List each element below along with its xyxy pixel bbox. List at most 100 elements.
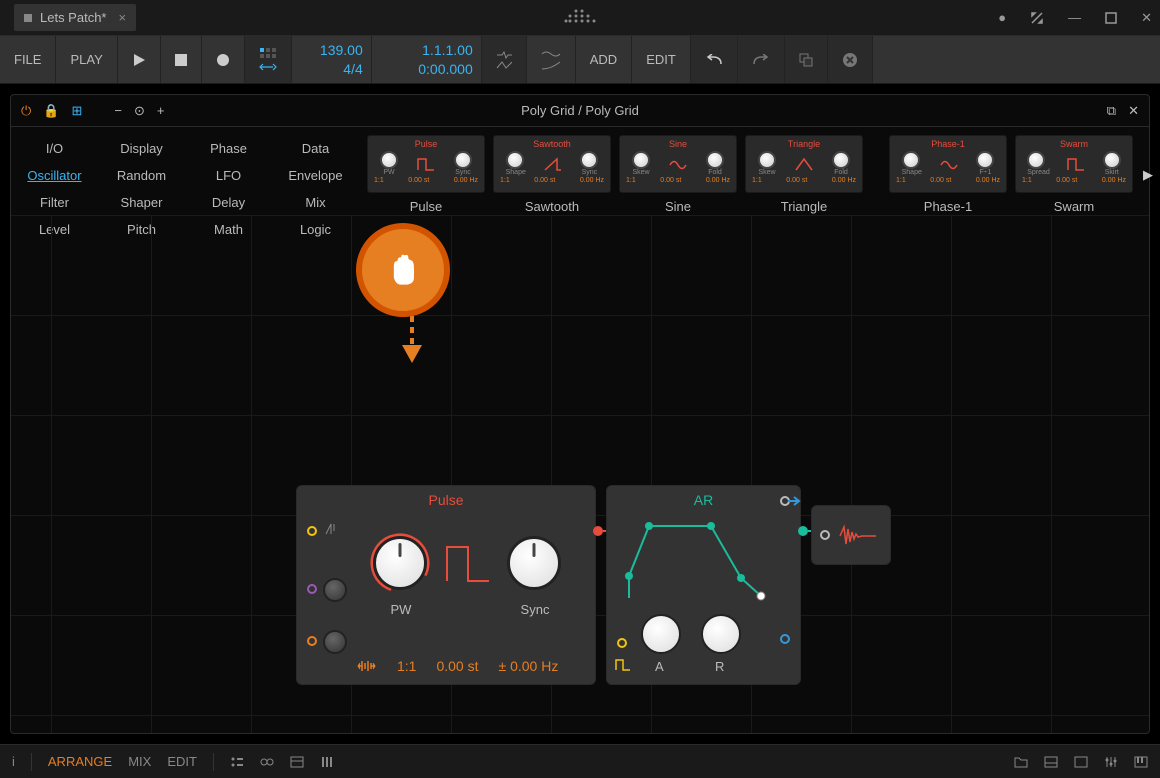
- module-ar[interactable]: AR A R: [606, 485, 801, 685]
- piano-icon[interactable]: [1134, 756, 1148, 768]
- port-out-teal[interactable]: [798, 526, 808, 536]
- small-knob-2[interactable]: [323, 630, 347, 654]
- grid-view-icon[interactable]: ⊞: [71, 103, 82, 119]
- category-shaper[interactable]: Shaper: [98, 189, 185, 216]
- module-thumb-sine[interactable]: Sine Skew Fold 1:10.00 st0.00 Hz Sine: [619, 135, 737, 214]
- mix-tab[interactable]: MIX: [128, 754, 151, 769]
- pulse-wave-icon: [445, 541, 491, 587]
- category-filter[interactable]: Filter: [11, 189, 98, 216]
- phase-icon: [323, 521, 339, 537]
- category-delay[interactable]: Delay: [185, 189, 272, 216]
- delete-icon[interactable]: [828, 36, 873, 83]
- module-ar-title: AR: [607, 486, 800, 514]
- r-knob[interactable]: [701, 614, 741, 654]
- tempo-display[interactable]: 139.00 4/4: [292, 36, 372, 83]
- tempo-value[interactable]: 139.00: [320, 41, 363, 59]
- port-purple[interactable]: [307, 584, 317, 594]
- category-data[interactable]: Data: [272, 135, 359, 162]
- pw-knob[interactable]: [373, 536, 427, 590]
- module-pulse[interactable]: Pulse PW Sync 1:1 0.00 st ± 0.00 Hz: [296, 485, 596, 685]
- copy-icon[interactable]: [785, 36, 828, 83]
- panel-icon-1[interactable]: [1044, 756, 1058, 768]
- category-display[interactable]: Display: [98, 135, 185, 162]
- r-label: R: [715, 659, 724, 674]
- app-logo: [562, 8, 598, 28]
- sync-knob[interactable]: [507, 536, 561, 590]
- panel-close-icon[interactable]: ✕: [1128, 103, 1139, 119]
- port-yellow[interactable]: [307, 526, 317, 536]
- panel-header: ⏻ 🔒 ⊞ − ⊙ + Poly Grid / Poly Grid ⧉ ✕: [11, 95, 1149, 127]
- stop-icon[interactable]: [161, 36, 202, 83]
- category-envelope[interactable]: Envelope: [272, 162, 359, 189]
- play-icon[interactable]: [118, 36, 161, 83]
- zoom-fit-icon[interactable]: ⊙: [134, 103, 145, 119]
- port-in-red[interactable]: [820, 530, 830, 540]
- play-label-button[interactable]: PLAY: [56, 36, 117, 83]
- collapse-icon[interactable]: [1030, 11, 1044, 25]
- sync-label: Sync: [513, 602, 557, 617]
- curve-tools[interactable]: [527, 36, 576, 83]
- zoom-out-icon[interactable]: −: [114, 103, 122, 118]
- a-label: A: [655, 659, 664, 674]
- close-icon[interactable]: ✕: [1141, 10, 1152, 26]
- category-mix[interactable]: Mix: [272, 189, 359, 216]
- record-icon[interactable]: [202, 36, 245, 83]
- category-lfo[interactable]: LFO: [185, 162, 272, 189]
- loop-grid-toggle[interactable]: [245, 36, 292, 83]
- ratio-value[interactable]: 1:1: [397, 658, 416, 674]
- time-value[interactable]: 0:00.000: [418, 60, 473, 78]
- file-button[interactable]: FILE: [0, 36, 56, 83]
- arrange-tab[interactable]: ARRANGE: [48, 754, 112, 769]
- document-tab[interactable]: Lets Patch* ×: [14, 4, 136, 31]
- timesig-value[interactable]: 4/4: [343, 60, 362, 78]
- port-yellow-ar[interactable]: [617, 638, 627, 648]
- lock-icon[interactable]: 🔒: [43, 103, 59, 119]
- mixer-icon[interactable]: [1104, 756, 1118, 768]
- toolbar: FILE PLAY 139.00 4/4 1.1.1.00 0:00.000 A…: [0, 36, 1160, 84]
- category-phase[interactable]: Phase: [185, 135, 272, 162]
- category-i/o[interactable]: I/O: [11, 135, 98, 162]
- a-knob[interactable]: [641, 614, 681, 654]
- redo-icon[interactable]: [738, 36, 785, 83]
- folder-icon[interactable]: [1014, 756, 1028, 768]
- view-icon-3[interactable]: [290, 755, 304, 769]
- power-icon[interactable]: ⏻: [21, 103, 31, 119]
- small-knob-1[interactable]: [323, 578, 347, 602]
- view-icon-1[interactable]: [230, 755, 244, 769]
- info-icon[interactable]: i: [12, 754, 15, 769]
- category-oscillator[interactable]: Oscillator: [11, 162, 98, 189]
- view-icon-2[interactable]: [260, 755, 274, 769]
- loop-icon: [259, 62, 277, 72]
- module-thumb-pulse[interactable]: Pulse PW Sync 1:10.00 st0.00 Hz Pulse: [367, 135, 485, 214]
- tab-close-icon[interactable]: ×: [119, 10, 127, 25]
- grid-canvas[interactable]: Pulse PW Sync 1:1 0.00 st ± 0.00 Hz: [11, 215, 1149, 733]
- port-blue-ar[interactable]: [780, 634, 790, 644]
- module-thumb-sawtooth[interactable]: Sawtooth Shape Sync 1:10.00 st0.00 Hz Sa…: [493, 135, 611, 214]
- port-out-red[interactable]: [593, 526, 603, 536]
- module-thumb-phase-1[interactable]: Phase-1 Shape F÷1 1:10.00 st0.00 Hz Phas…: [889, 135, 1007, 214]
- keytrack-icon[interactable]: [357, 659, 377, 673]
- maximize-icon[interactable]: [1105, 12, 1117, 24]
- view-icon-4[interactable]: [320, 755, 334, 769]
- edit-button[interactable]: EDIT: [632, 36, 691, 83]
- popout-icon[interactable]: ⧉: [1107, 103, 1116, 119]
- position-value[interactable]: 1.1.1.00: [422, 41, 473, 59]
- gate-icon: [615, 658, 631, 672]
- scroll-right-icon[interactable]: ▶: [1143, 167, 1153, 183]
- st-value[interactable]: 0.00 st: [436, 658, 478, 674]
- module-output[interactable]: [811, 505, 891, 565]
- category-random[interactable]: Random: [98, 162, 185, 189]
- module-thumb-swarm[interactable]: Swarm Spread Skirt 1:10.00 st0.00 Hz Swa…: [1015, 135, 1133, 214]
- automation-toggle[interactable]: [482, 36, 527, 83]
- module-thumb-triangle[interactable]: Triangle Skew Fold 1:10.00 st0.00 Hz Tri…: [745, 135, 863, 214]
- minimize-icon[interactable]: —: [1068, 10, 1081, 25]
- hz-value[interactable]: ± 0.00 Hz: [499, 658, 559, 674]
- add-button[interactable]: ADD: [576, 36, 632, 83]
- module-pulse-title: Pulse: [297, 486, 595, 514]
- zoom-in-icon[interactable]: +: [157, 103, 165, 118]
- port-orange[interactable]: [307, 636, 317, 646]
- edit-tab[interactable]: EDIT: [167, 754, 197, 769]
- undo-icon[interactable]: [691, 36, 738, 83]
- panel-icon-2[interactable]: [1074, 756, 1088, 768]
- position-display[interactable]: 1.1.1.00 0:00.000: [372, 36, 482, 83]
